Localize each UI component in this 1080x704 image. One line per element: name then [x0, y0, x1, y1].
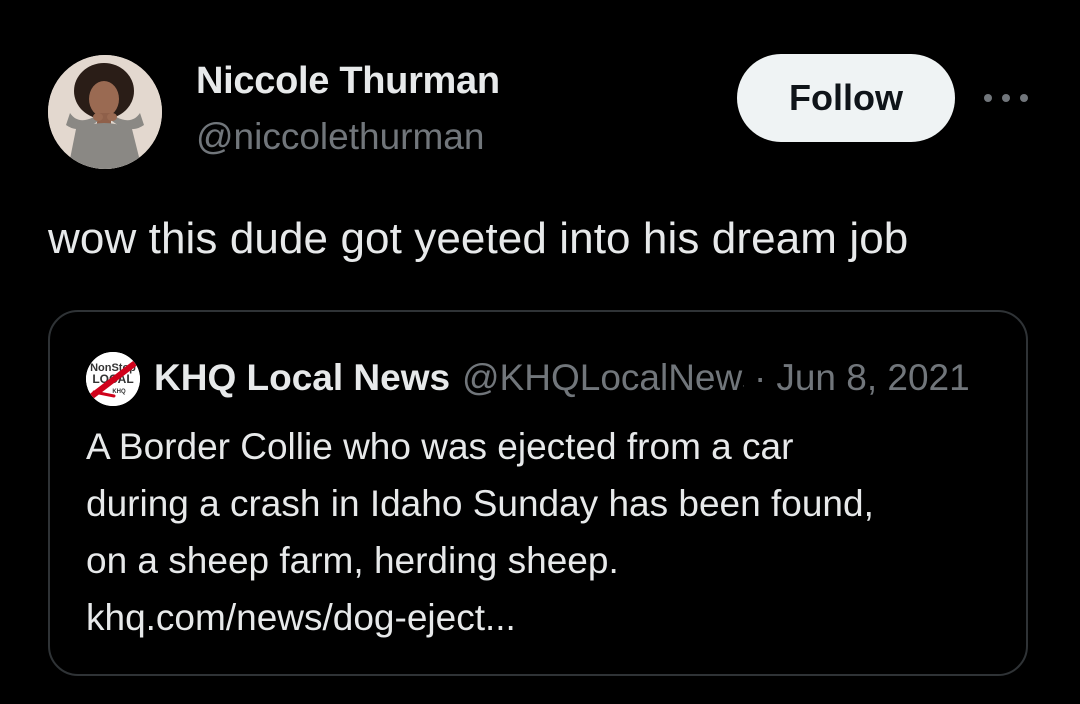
quoted-text-line: during a crash in Idaho Sunday has been … — [86, 483, 874, 524]
author-avatar[interactable] — [48, 55, 162, 169]
quoted-tweet-date[interactable]: Jun 8, 2021 — [776, 357, 969, 399]
tweet-text: wow this dude got yeeted into his dream … — [48, 214, 909, 263]
khq-logo: NonStop LOCAL KHQ — [86, 352, 140, 406]
quoted-author-avatar[interactable]: NonStop LOCAL KHQ — [86, 352, 140, 406]
more-dot — [1020, 94, 1028, 102]
author-display-name[interactable]: Niccole Thurman — [196, 60, 500, 103]
quoted-tweet-header: KHQ Local News @KHQLocalNews · Jun 8, 20… — [154, 350, 970, 406]
more-dot — [984, 94, 992, 102]
quoted-tweet-card[interactable]: NonStop LOCAL KHQ KHQ Local News @KHQLoc… — [48, 310, 1028, 676]
quoted-link[interactable]: khq.com/news/dog-eject... — [86, 589, 1016, 646]
quoted-text-line: on a sheep farm, herding sheep. — [86, 540, 619, 581]
author-handle[interactable]: @niccolethurman — [196, 116, 484, 158]
author-avatar-photo — [48, 55, 162, 169]
quoted-author-handle[interactable]: @KHQLocalNews — [462, 357, 744, 399]
more-horizontal-icon[interactable] — [984, 84, 1028, 112]
tweet: Niccole Thurman @niccolethurman Follow w… — [0, 0, 1080, 704]
quoted-tweet-text: A Border Collie who was ejected from a c… — [86, 418, 1016, 646]
more-dot — [1002, 94, 1010, 102]
quoted-text-line: A Border Collie who was ejected from a c… — [86, 426, 794, 467]
logo-line-3: KHQ — [112, 389, 126, 395]
header-separator: · — [754, 357, 767, 398]
follow-button[interactable]: Follow — [737, 54, 955, 142]
quoted-author-name[interactable]: KHQ Local News — [154, 357, 450, 399]
